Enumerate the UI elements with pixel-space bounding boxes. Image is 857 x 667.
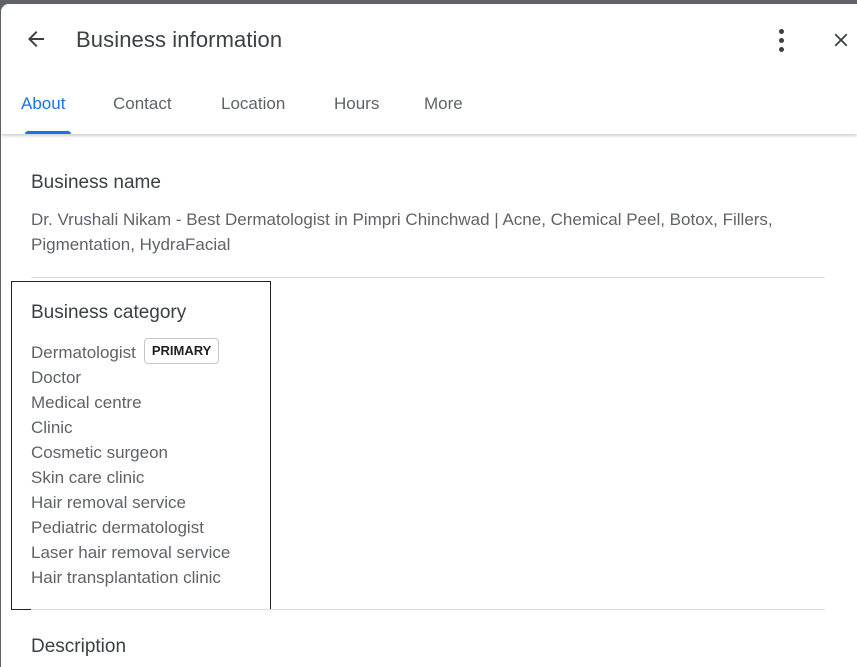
more-vertical-icon-dot — [778, 46, 784, 52]
arrow-left-icon — [28, 31, 44, 47]
description-label: Description — [31, 636, 127, 657]
dialog-title: Business information — [76, 27, 283, 52]
tab-more[interactable]: More — [424, 94, 463, 114]
tab-bar: About Contact Location Hours More — [1, 86, 857, 134]
category-item: Skin care clinic — [31, 468, 145, 487]
business-name-value[interactable]: Dr. Vrushali Nikam - Best Dermatologist … — [31, 207, 821, 257]
category-item: Doctor — [31, 368, 82, 387]
primary-badge: PRIMARY — [143, 338, 220, 364]
category-item-primary: Dermatologist PRIMARY — [31, 338, 230, 365]
more-vertical-icon — [778, 28, 784, 34]
category-item: Laser hair removal service — [31, 543, 231, 562]
category-item: Hair transplantation clinic — [31, 568, 221, 587]
close-icon — [834, 33, 848, 47]
tab-location[interactable]: Location — [221, 94, 285, 114]
tab-hours[interactable]: Hours — [334, 94, 379, 114]
divider — [31, 277, 825, 278]
business-information-dialog: Business information About Contact Locat… — [1, 4, 857, 667]
back-button[interactable] — [21, 26, 51, 52]
more-vertical-icon-dot — [778, 37, 784, 43]
dialog-header: Business information About Contact Locat… — [1, 4, 857, 134]
tab-contact[interactable]: Contact — [113, 94, 172, 114]
tab-about[interactable]: About — [21, 94, 65, 114]
category-item: Clinic — [31, 418, 73, 437]
business-category-label: Business category — [31, 302, 187, 323]
business-category-list[interactable]: Dermatologist PRIMARY Doctor Medical cent… — [31, 338, 231, 590]
close-button[interactable] — [828, 26, 854, 54]
category-item: Pediatric dermatologist — [31, 518, 204, 537]
active-tab-indicator — [25, 131, 71, 134]
category-item: Hair removal service — [31, 493, 186, 512]
category-item: Medical centre — [31, 393, 142, 412]
category-item: Cosmetic surgeon — [31, 443, 169, 462]
divider — [31, 609, 825, 610]
business-name-label: Business name — [31, 172, 161, 193]
more-options-button[interactable] — [769, 26, 793, 54]
category-name: Dermatologist — [31, 343, 136, 362]
